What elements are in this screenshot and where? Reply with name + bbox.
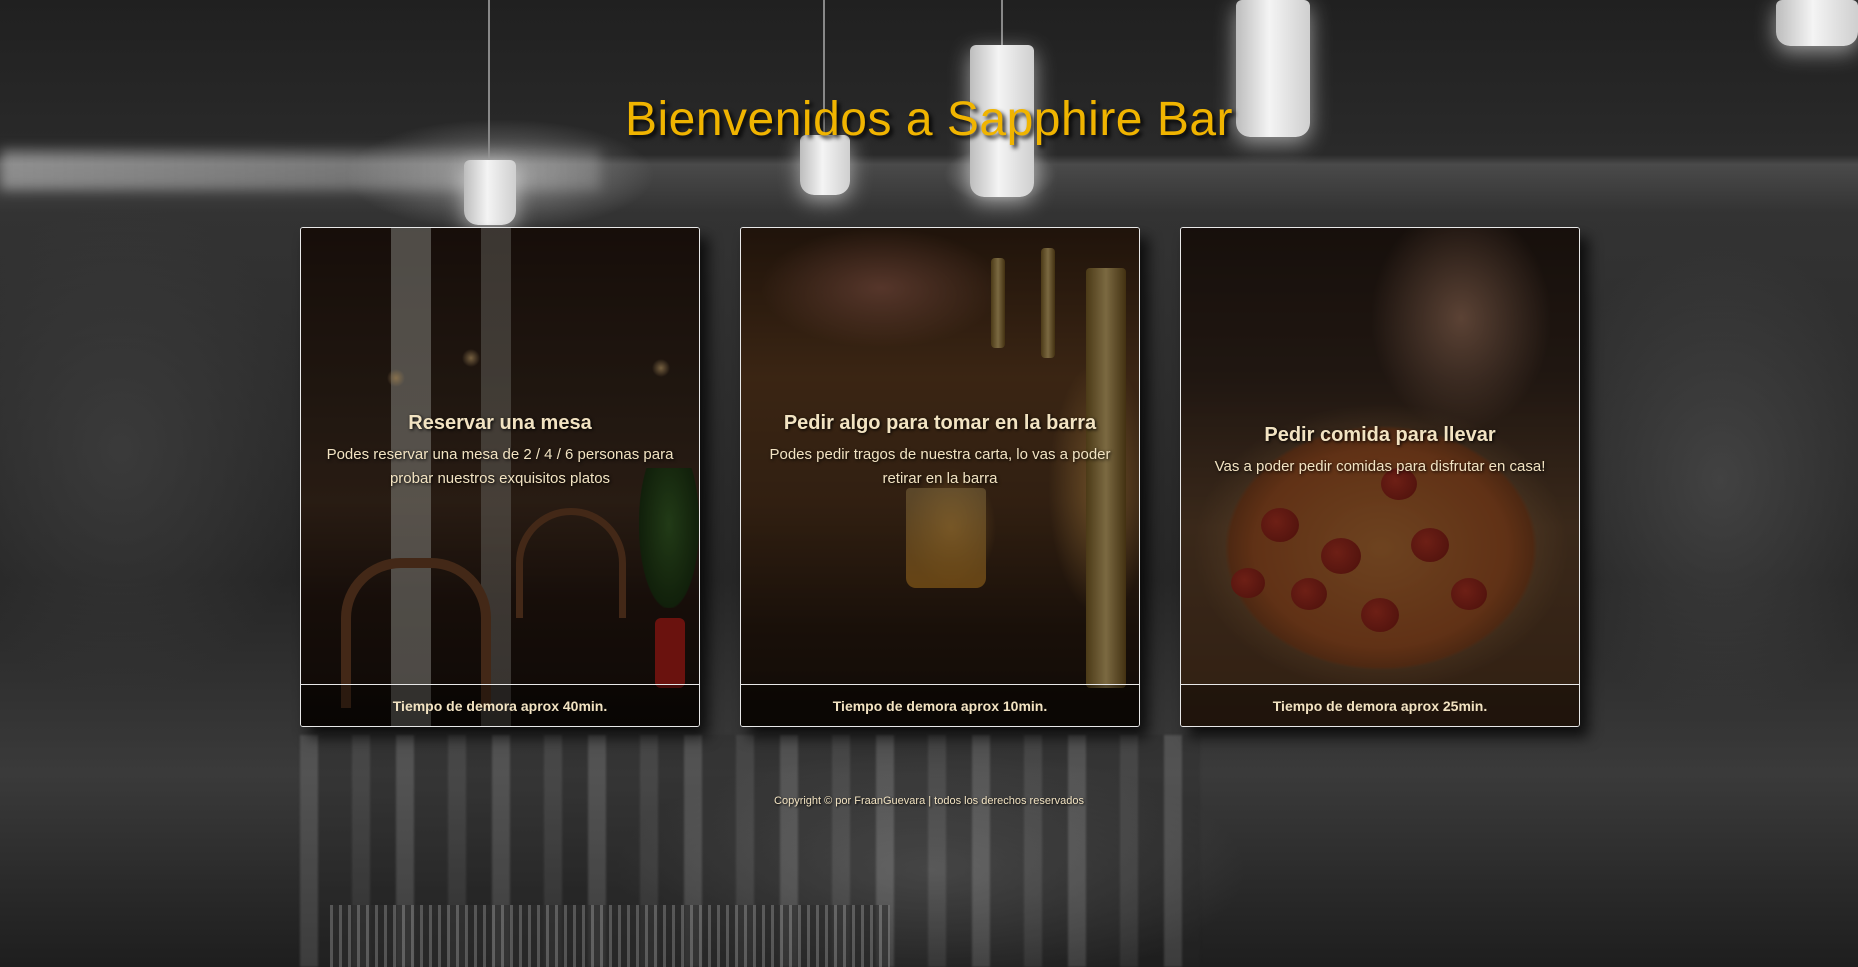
card-body: Pedir comida para llevar Vas a poder ped… — [1181, 424, 1579, 479]
pendant-lamp — [464, 160, 516, 225]
card-reserve-table[interactable]: Reservar una mesa Podes reservar una mes… — [300, 227, 700, 727]
card-footer: Tiempo de demora aprox 40min. — [301, 684, 699, 726]
card-title: Pedir comida para llevar — [1264, 424, 1496, 446]
card-title: Pedir algo para tomar en la barra — [783, 412, 1097, 434]
card-title: Reservar una mesa — [408, 412, 592, 434]
card-text: Podes pedir tragos de nuestra carta, lo … — [769, 446, 1111, 487]
card-text: Vas a poder pedir comidas para disfrutar… — [1214, 458, 1546, 475]
card-takeaway-food[interactable]: Pedir comida para llevar Vas a poder ped… — [1180, 227, 1580, 727]
copyright-footer: Copyright © por FraanGuevara | todos los… — [774, 795, 1084, 807]
options-cards: Reservar una mesa Podes reservar una mes… — [300, 227, 1580, 727]
bar-rail — [330, 905, 890, 967]
card-order-drinks[interactable]: Pedir algo para tomar en la barra Podes … — [740, 227, 1140, 727]
lamp-wire — [1001, 0, 1003, 45]
page-title: Bienvenidos a Sapphire Bar — [624, 93, 1234, 146]
card-body: Pedir algo para tomar en la barra Podes … — [741, 412, 1139, 491]
card-footer: Tiempo de demora aprox 25min. — [1181, 684, 1579, 726]
card-text: Podes reservar una mesa de 2 / 4 / 6 per… — [326, 446, 674, 487]
card-footer: Tiempo de demora aprox 10min. — [741, 684, 1139, 726]
card-body: Reservar una mesa Podes reservar una mes… — [301, 412, 699, 491]
pendant-lamp — [1776, 0, 1858, 46]
